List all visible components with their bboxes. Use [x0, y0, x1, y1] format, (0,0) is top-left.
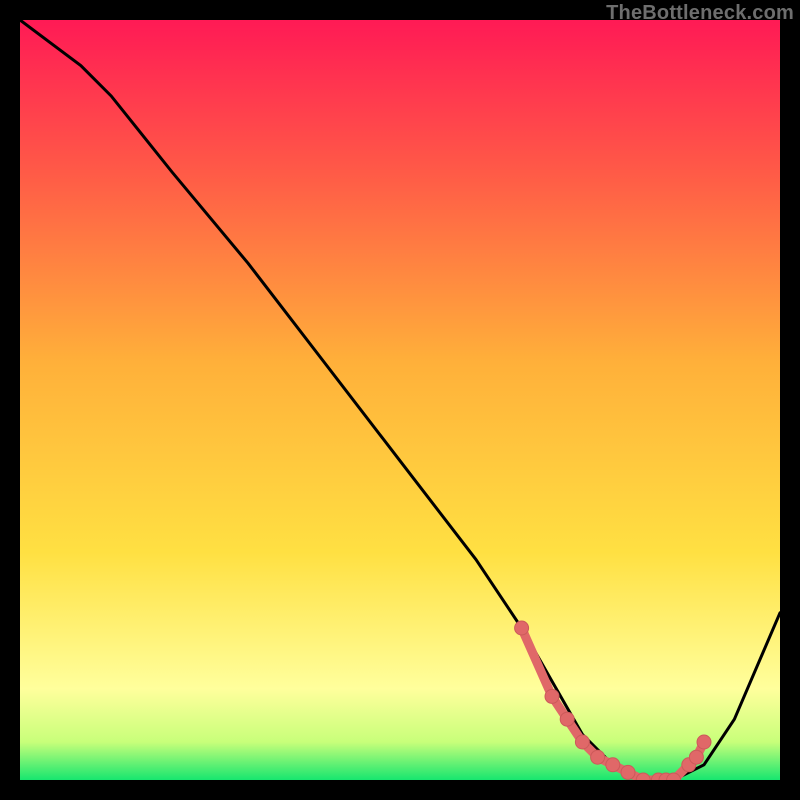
marker-dot — [591, 750, 605, 764]
marker-dot — [689, 750, 703, 764]
marker-dot — [575, 735, 589, 749]
plot-area — [20, 20, 780, 780]
chart-svg — [20, 20, 780, 780]
marker-dot — [545, 689, 559, 703]
marker-dot — [621, 765, 635, 779]
marker-dot — [560, 712, 574, 726]
chart-frame: TheBottleneck.com — [0, 0, 800, 800]
gradient-bg — [20, 20, 780, 780]
watermark: TheBottleneck.com — [606, 2, 794, 25]
marker-dot — [606, 758, 620, 772]
marker-dot — [697, 735, 711, 749]
marker-dot — [515, 621, 529, 635]
